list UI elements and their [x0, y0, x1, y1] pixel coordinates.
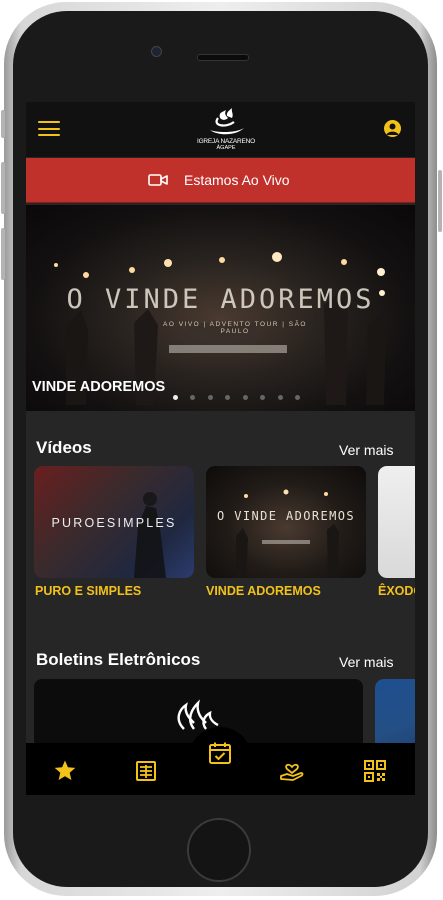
hero-caption: VINDE ADOREMOS — [32, 379, 166, 395]
calendar-check-icon — [209, 742, 231, 764]
church-logo: IGREJA NAZARENO ÁGAPE — [196, 106, 256, 152]
video-thumbnail-text: O VINDE ADOREMOS — [217, 509, 355, 523]
video-camera-icon — [148, 174, 168, 186]
carousel-dot[interactable] — [190, 395, 196, 400]
carousel-dot[interactable] — [173, 395, 178, 400]
hero-subtitle: AO VIVO | ADVENTO TOUR | SÃO PAULO — [163, 321, 307, 335]
video-thumbnail-text: PUROESIMPLES — [51, 516, 177, 530]
carousel-dot[interactable] — [260, 395, 266, 400]
front-camera — [151, 46, 162, 57]
star-icon[interactable] — [53, 759, 77, 783]
side-button-volume-down — [1, 228, 5, 280]
side-button-power — [438, 170, 442, 232]
user-account-icon[interactable] — [384, 120, 401, 137]
carousel-dot[interactable] — [277, 395, 283, 400]
video-card-label[interactable]: PURO E SIMPLES — [35, 584, 141, 598]
side-button-silent — [1, 110, 5, 138]
brand-subname: ÁGAPE — [216, 145, 236, 151]
brand-name: IGREJA NAZARENO — [196, 138, 256, 145]
bulletins-see-more-link[interactable]: Ver mais — [339, 654, 393, 670]
app-screen: IGREJA NAZARENO ÁGAPE Estamos Ao Vivo O … — [26, 102, 415, 795]
live-banner-label: Estamos Ao Vivo — [184, 172, 290, 188]
video-card-vinde-adoremos[interactable]: O VINDE ADOREMOS — [206, 466, 366, 578]
video-card-label[interactable]: ÊXODO — [378, 584, 415, 598]
video-card-label[interactable]: VINDE ADOREMOS — [206, 584, 321, 598]
center-nav-button[interactable] — [188, 727, 252, 791]
bulletins-section-title: Boletins Eletrônicos — [36, 650, 201, 669]
top-bar: IGREJA NAZARENO ÁGAPE — [26, 102, 415, 157]
flame-logo-icon — [210, 108, 244, 135]
hero-carousel[interactable]: O VINDE ADOREMOS AO VIVO | ADVENTO TOUR … — [26, 205, 415, 411]
side-button-volume-up — [1, 162, 5, 214]
carousel-dot[interactable] — [207, 395, 213, 400]
live-banner[interactable]: Estamos Ao Vivo — [26, 158, 415, 203]
carousel-dot[interactable] — [295, 395, 301, 400]
speaker-grille — [197, 54, 249, 61]
videos-see-more-link[interactable]: Ver mais — [339, 442, 393, 458]
hamburger-menu-icon[interactable] — [38, 121, 60, 137]
video-card-exodo[interactable] — [378, 466, 415, 578]
hero-title: O VINDE ADOREMOS — [66, 284, 375, 315]
qr-code-icon[interactable] — [364, 760, 386, 782]
book-icon[interactable] — [135, 760, 157, 782]
carousel-dot[interactable] — [225, 395, 231, 400]
videos-section-title: Vídeos — [36, 438, 92, 457]
carousel-dot[interactable] — [242, 395, 248, 400]
home-button[interactable] — [187, 818, 251, 882]
carousel-indicators[interactable] — [173, 387, 308, 405]
video-card-puro-simples[interactable]: PUROESIMPLES — [34, 466, 194, 578]
hand-heart-icon[interactable] — [279, 758, 305, 782]
